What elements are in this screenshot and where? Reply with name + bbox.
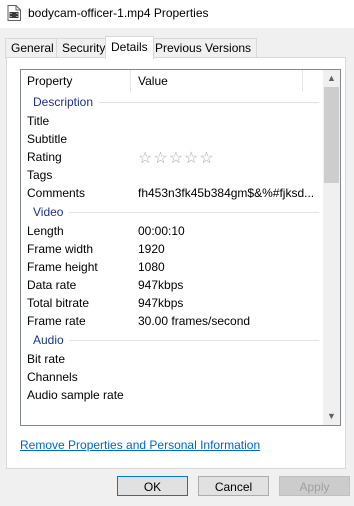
star-icon[interactable]: ☆ <box>184 150 199 167</box>
window-title: bodycam-officer-1.mp4 Properties <box>28 6 209 20</box>
property-value: 947kbps <box>138 296 184 310</box>
property-name: Frame height <box>27 260 98 274</box>
column-divider[interactable] <box>130 70 131 92</box>
property-name: Channels <box>27 370 78 384</box>
property-row-data-rate[interactable]: Data rate 947kbps <box>21 276 321 294</box>
list-header: Property Value <box>21 70 321 92</box>
property-row-title[interactable]: Title <box>21 112 321 130</box>
property-value: 1080 <box>138 260 165 274</box>
property-row-frame-width[interactable]: Frame width 1920 <box>21 240 321 258</box>
scrollbar-thumb[interactable] <box>324 87 339 183</box>
remove-properties-link[interactable]: Remove Properties and Personal Informati… <box>20 438 260 452</box>
scroll-down-icon[interactable]: ▼ <box>323 408 340 425</box>
group-audio: Audio <box>21 330 321 350</box>
group-divider <box>33 212 319 213</box>
property-value: 00:00:10 <box>138 224 185 238</box>
property-row-total-bitrate[interactable]: Total bitrate 947kbps <box>21 294 321 312</box>
cancel-button[interactable]: Cancel <box>198 476 269 496</box>
ok-button[interactable]: OK <box>117 476 188 496</box>
property-rows: Description Title Subtitle Rating ☆☆☆☆☆ … <box>21 92 321 404</box>
star-icon[interactable]: ☆ <box>169 150 184 167</box>
column-header-value[interactable]: Value <box>138 74 168 88</box>
star-icon[interactable]: ☆ <box>138 150 153 167</box>
group-label: Video <box>33 205 70 219</box>
vertical-scrollbar[interactable]: ▲ ▼ <box>323 70 340 425</box>
property-name: Bit rate <box>27 352 66 366</box>
property-row-subtitle[interactable]: Subtitle <box>21 130 321 148</box>
column-divider[interactable] <box>302 70 303 92</box>
star-icon[interactable]: ☆ <box>153 150 168 167</box>
property-row-bit-rate[interactable]: Bit rate <box>21 350 321 368</box>
tab-security[interactable]: Security <box>56 38 112 58</box>
tab-strip: General Security Details Previous Versio… <box>0 36 354 59</box>
video-file-icon <box>7 5 21 21</box>
property-value: 1920 <box>138 242 165 256</box>
property-row-length[interactable]: Length 00:00:10 <box>21 222 321 240</box>
tab-general[interactable]: General <box>5 38 60 58</box>
tab-details[interactable]: Details <box>105 36 154 59</box>
title-bar: bodycam-officer-1.mp4 Properties <box>0 0 354 28</box>
property-row-frame-height[interactable]: Frame height 1080 <box>21 258 321 276</box>
property-name: Rating <box>27 150 62 164</box>
property-row-frame-rate[interactable]: Frame rate 30.00 frames/second <box>21 312 321 330</box>
property-value: 947kbps <box>138 278 184 292</box>
property-row-channels[interactable]: Channels <box>21 368 321 386</box>
details-panel: Property Value Description Title Subtitl… <box>6 57 346 469</box>
property-row-rating[interactable]: Rating ☆☆☆☆☆ <box>21 148 321 168</box>
rating-stars[interactable]: ☆☆☆☆☆ <box>138 148 215 168</box>
property-name: Comments <box>27 186 86 200</box>
property-row-audio-sample-rate[interactable]: Audio sample rate <box>21 386 321 404</box>
property-name: Total bitrate <box>27 296 90 310</box>
column-header-property[interactable]: Property <box>27 74 72 88</box>
group-label: Description <box>33 95 100 109</box>
property-name: Frame width <box>27 242 94 256</box>
property-name: Data rate <box>27 278 77 292</box>
property-row-comments[interactable]: Comments fh453n3fk45b384gm$&%#fjksd... <box>21 184 321 202</box>
property-name: Title <box>27 114 50 128</box>
property-value[interactable]: fh453n3fk45b384gm$&%#fjksd... <box>138 186 314 200</box>
group-description: Description <box>21 92 321 112</box>
group-divider <box>33 340 319 341</box>
tab-previous-versions[interactable]: Previous Versions <box>149 38 258 58</box>
property-name: Length <box>27 224 64 238</box>
property-name: Frame rate <box>27 314 86 328</box>
dialog-footer: OK Cancel Apply <box>0 469 354 506</box>
property-name: Tags <box>27 168 53 182</box>
group-video: Video <box>21 202 321 222</box>
scroll-up-icon[interactable]: ▲ <box>323 70 340 87</box>
properties-list[interactable]: Property Value Description Title Subtitl… <box>20 69 341 426</box>
apply-button[interactable]: Apply <box>279 476 350 496</box>
property-row-tags[interactable]: Tags <box>21 166 321 184</box>
property-value: 30.00 frames/second <box>138 314 251 328</box>
property-name: Audio sample rate <box>27 388 124 402</box>
star-icon[interactable]: ☆ <box>199 150 214 167</box>
group-label: Audio <box>33 333 70 347</box>
property-name: Subtitle <box>27 132 68 146</box>
